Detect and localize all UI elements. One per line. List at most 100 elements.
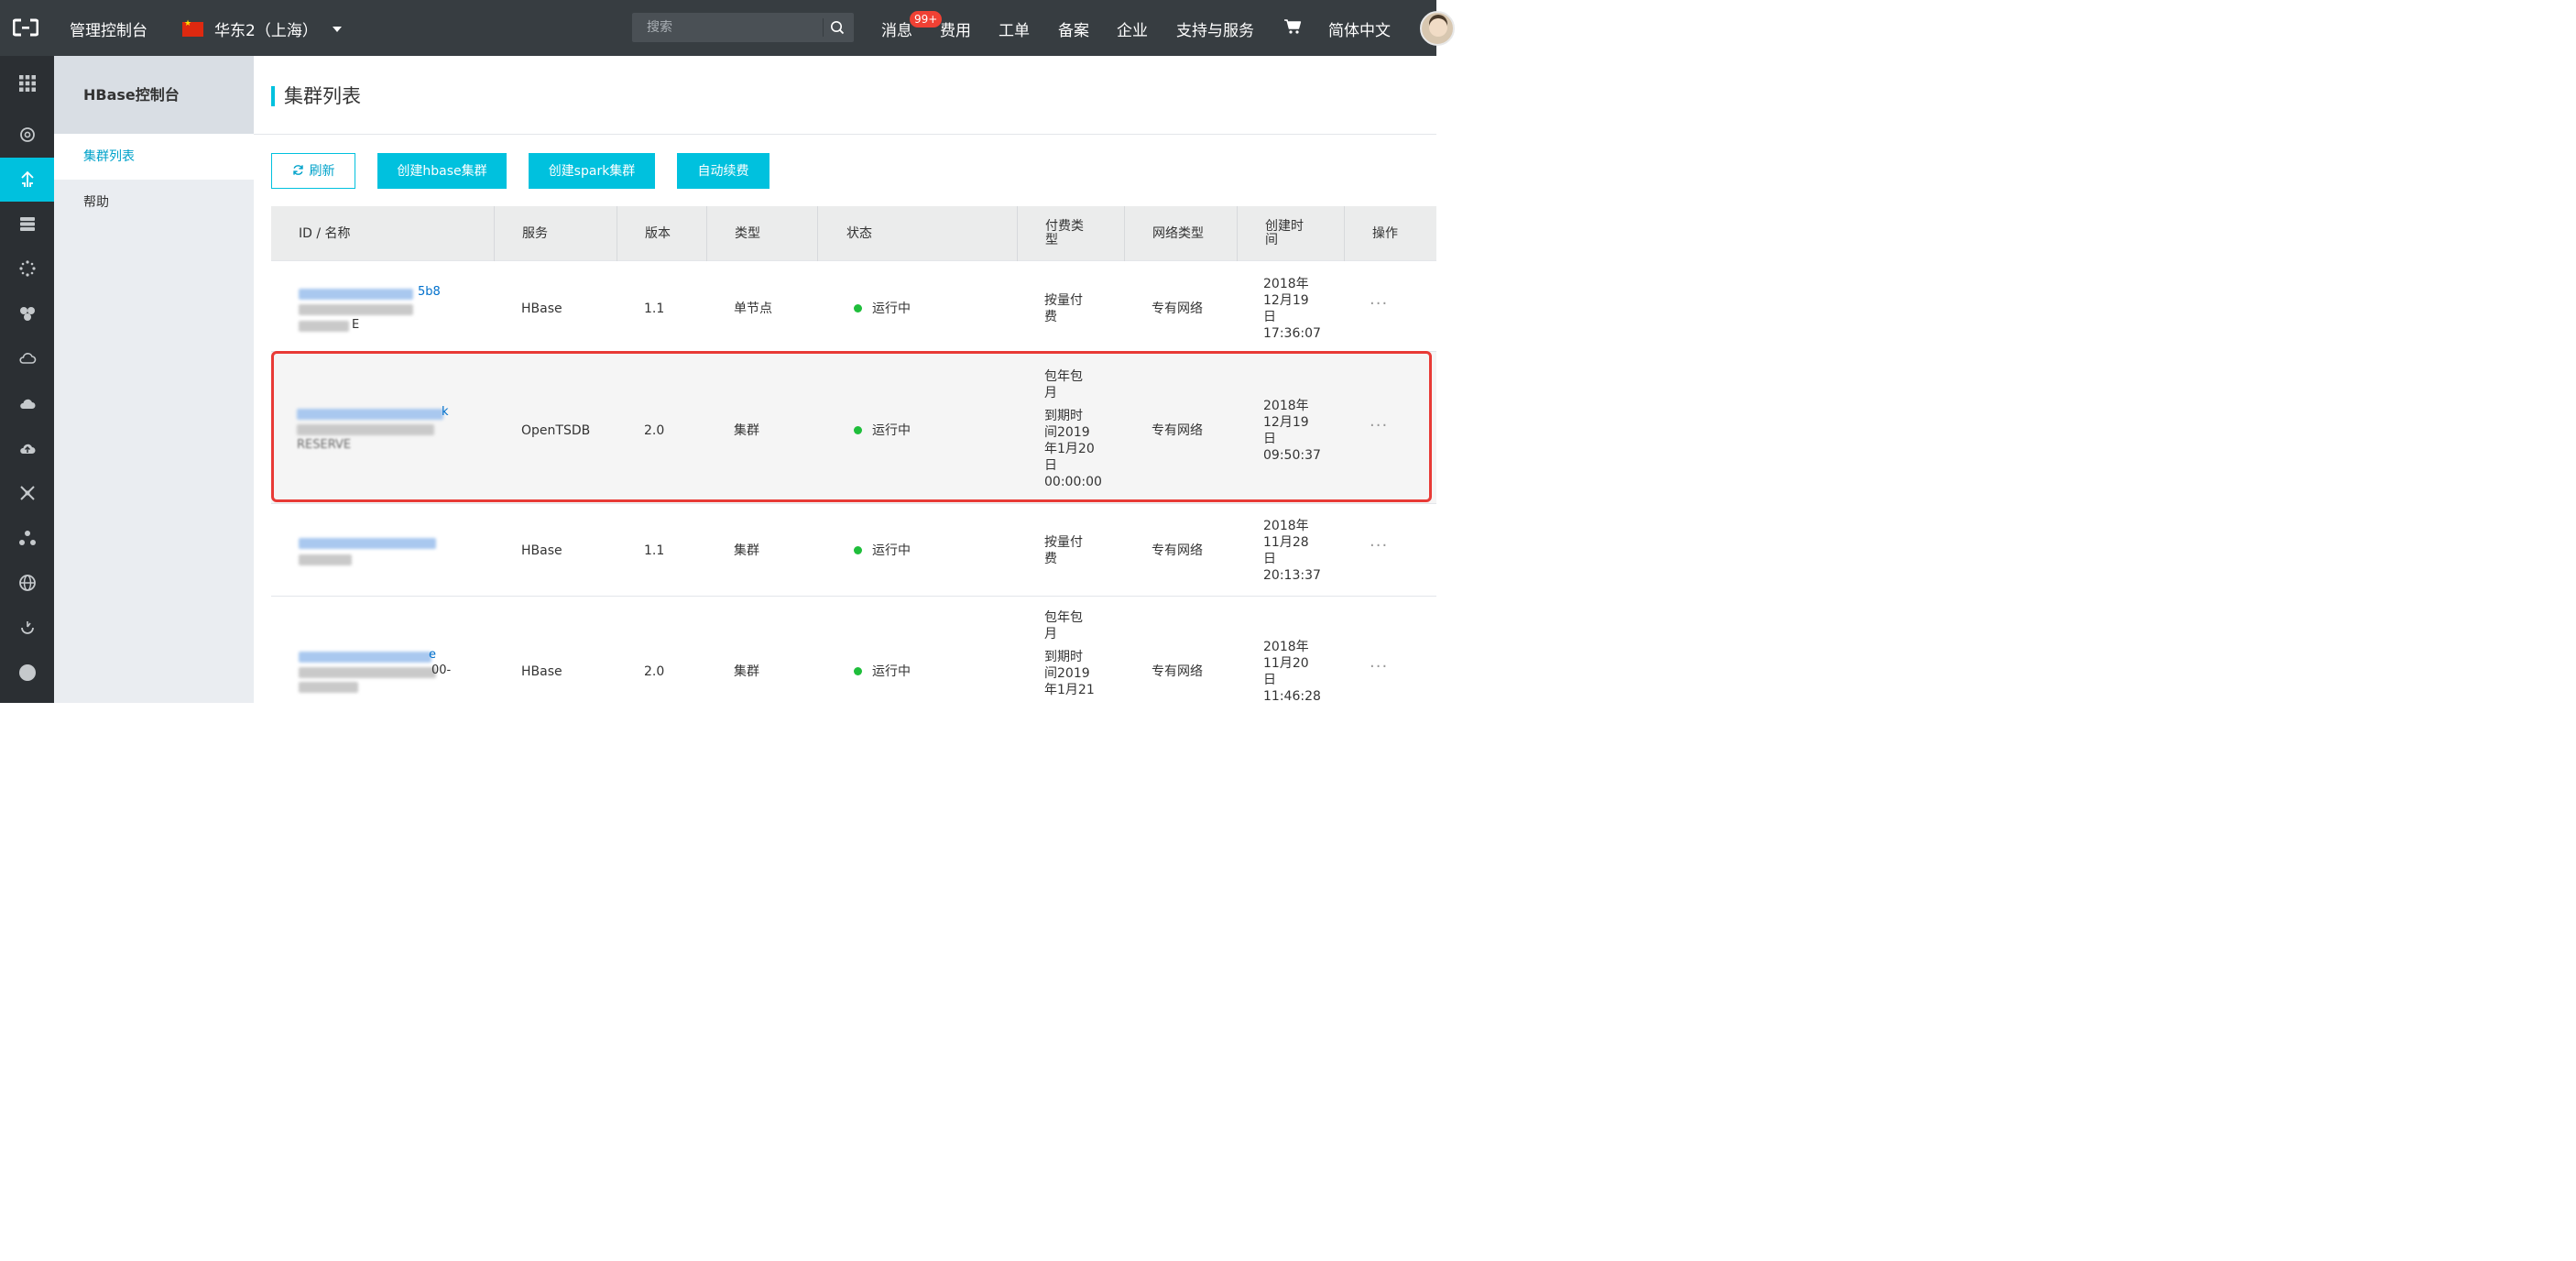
cart-icon[interactable]	[1283, 18, 1302, 35]
column-header-network-type[interactable]: 网络类型	[1152, 206, 1204, 261]
billing-line: 费	[1044, 310, 1057, 324]
network-cell: 专有网络	[1152, 664, 1203, 679]
create-hbase-cluster-button[interactable]: 创建hbase集群	[377, 153, 507, 189]
created-line: 11:46:28	[1263, 689, 1321, 704]
status-label: 运行中	[872, 302, 911, 316]
aliyun-logo-icon[interactable]	[13, 18, 38, 37]
column-header-id-name[interactable]: ID / 名称	[299, 206, 351, 261]
created-line: 2018年	[1263, 277, 1309, 291]
status-cell: 运行中	[854, 301, 911, 317]
main-content: 集群列表 刷新 创建hbase集群 创建spark集群 自动续费 ID / 名称…	[254, 56, 1436, 704]
search-divider	[823, 18, 824, 37]
cloud-storage-icon[interactable]	[0, 381, 54, 425]
topology-icon[interactable]	[0, 516, 54, 560]
tickets-link[interactable]: 工单	[999, 17, 1030, 40]
redacted-cluster-name	[299, 321, 349, 332]
cloud-upload-icon[interactable]	[0, 426, 54, 470]
redacted-cluster-id[interactable]	[297, 409, 443, 420]
more-actions-icon[interactable]: ···	[1370, 294, 1388, 313]
sidebar-item-help[interactable]: 帮助	[54, 180, 254, 225]
top-navigation-bar: 管理控制台 华东2（上海） 消息 费用 工单 备案 企业 支持与服务 简体中文 …	[0, 0, 1455, 56]
server-stack-icon[interactable]	[0, 202, 54, 246]
globe-icon[interactable]	[0, 561, 54, 605]
cluster-name-tail: 00-	[431, 663, 452, 677]
search-product-icon[interactable]	[0, 113, 54, 157]
column-divider	[817, 206, 818, 261]
enterprise-link[interactable]: 企业	[1117, 17, 1148, 40]
title-divider	[254, 134, 1436, 135]
type-cell: 单节点	[734, 302, 772, 316]
column-header-created-time[interactable]: 创建时间	[1265, 206, 1311, 261]
billing-cell: 按量付费	[1044, 292, 1083, 325]
refresh-icon	[292, 165, 303, 175]
region-selector[interactable]: 华东2（上海）	[182, 17, 342, 40]
type-cell: 集群	[734, 664, 759, 679]
billing-line: 按量付	[1044, 535, 1083, 550]
loading-dots-icon[interactable]	[0, 247, 54, 291]
cloud-icon[interactable]	[0, 336, 54, 380]
type-cell: 集群	[734, 423, 759, 438]
messages-link[interactable]: 消息	[881, 17, 912, 40]
more-actions-icon[interactable]: ···	[1370, 536, 1388, 555]
support-link[interactable]: 支持与服务	[1176, 17, 1254, 40]
billing-line: 费	[1044, 552, 1057, 566]
expiry-line: 到期时	[1044, 650, 1083, 664]
created-time-cell: 2018年 12月19 日 09:50:37	[1263, 398, 1321, 464]
created-line: 11月28	[1263, 535, 1309, 550]
create-spark-cluster-button[interactable]: 创建spark集群	[529, 153, 655, 189]
column-header-actions[interactable]: 操作	[1372, 206, 1398, 261]
status-cell: 运行中	[854, 422, 911, 439]
user-avatar[interactable]	[1420, 11, 1455, 46]
network-icon[interactable]	[0, 471, 54, 515]
icp-filing-link[interactable]: 备案	[1058, 17, 1089, 40]
more-actions-icon[interactable]: ···	[1370, 416, 1388, 435]
billing-line: 包年包	[1044, 610, 1083, 625]
service-cell: HBase	[521, 664, 562, 679]
column-header-type[interactable]: 类型	[735, 206, 760, 261]
search-icon[interactable]	[830, 20, 845, 35]
redacted-cluster-id[interactable]	[299, 538, 436, 549]
billing-line: 月	[1044, 627, 1057, 641]
column-header-status[interactable]: 状态	[846, 206, 872, 261]
sidebar-item-cluster-list[interactable]: 集群列表	[54, 134, 254, 180]
cluster-id-tail[interactable]: 5b8	[418, 285, 441, 299]
messages-badge: 99+	[910, 11, 943, 27]
version-cell: 2.0	[644, 423, 665, 438]
column-header-service[interactable]: 服务	[522, 206, 548, 261]
created-line: 12月19	[1263, 293, 1309, 308]
created-line: 11月20	[1263, 656, 1309, 671]
created-line: 日	[1263, 552, 1276, 566]
network-cell: 专有网络	[1152, 302, 1203, 316]
refresh-button[interactable]: 刷新	[271, 153, 355, 189]
table-row: e 00- HBase 2.0 集群 运行中 包年包月到期时 间2019 年1月21…	[271, 597, 1436, 704]
page-title: 集群列表	[271, 86, 361, 106]
service-cell: OpenTSDB	[521, 423, 591, 438]
type-cell: 集群	[734, 543, 759, 558]
caret-down-icon	[332, 26, 342, 32]
column-divider	[494, 206, 495, 261]
billing-link[interactable]: 费用	[940, 17, 971, 40]
created-line: 2018年	[1263, 399, 1309, 413]
monitor-icon[interactable]	[0, 606, 54, 650]
cluster-id-tail[interactable]: k	[442, 405, 449, 419]
network-cell: 专有网络	[1152, 423, 1203, 438]
column-divider	[706, 206, 707, 261]
all-products-icon[interactable]	[0, 61, 54, 105]
redacted-cluster-id[interactable]	[299, 289, 413, 300]
cluster-id-tail[interactable]: e	[429, 648, 436, 662]
console-title[interactable]: 管理控制台	[70, 17, 147, 40]
redacted-cluster-name	[299, 304, 413, 315]
redacted-cluster-id[interactable]	[299, 652, 431, 663]
column-header-version[interactable]: 版本	[645, 206, 671, 261]
column-divider	[1017, 206, 1018, 261]
created-time-cell: 2018年 11月28 日 20:13:37	[1263, 518, 1321, 584]
auto-renew-button[interactable]: 自动续费	[677, 153, 770, 189]
hbase-product-icon[interactable]	[0, 158, 54, 202]
created-line: 17:36:07	[1263, 326, 1321, 341]
column-header-billing-type[interactable]: 付费类型	[1045, 206, 1091, 261]
language-switch[interactable]: 简体中文	[1328, 17, 1391, 40]
more-actions-icon[interactable]: ···	[1370, 657, 1388, 676]
cluster-nodes-icon[interactable]	[0, 291, 54, 335]
circle-icon[interactable]	[0, 651, 54, 695]
search-input[interactable]	[632, 13, 823, 42]
